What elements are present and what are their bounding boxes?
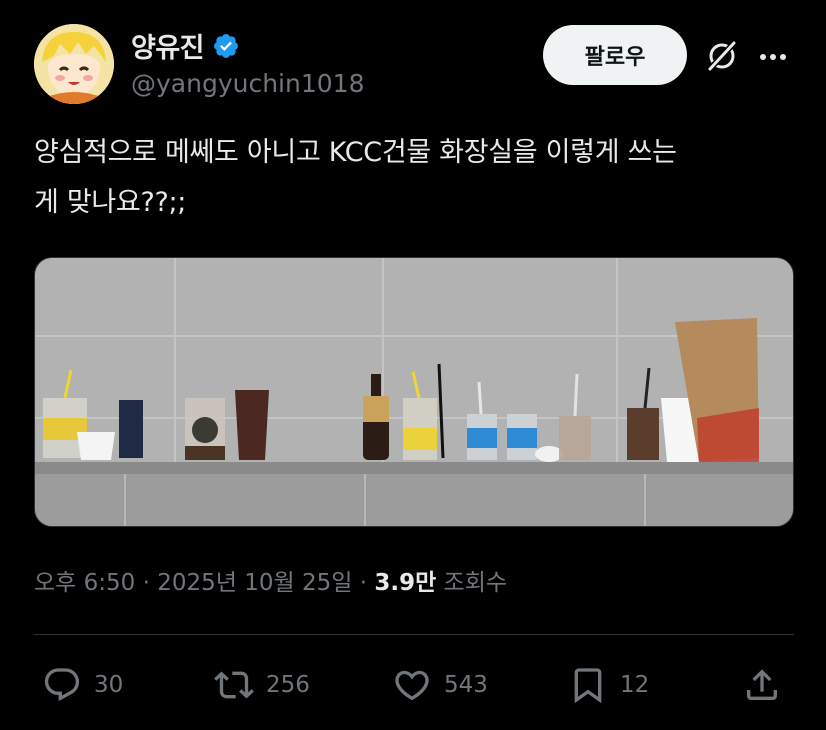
like-button[interactable]: 543 bbox=[392, 660, 488, 710]
tweet-meta: 오후 6:50 · 2025년 10월 25일 · 3.9만 조회수 bbox=[34, 563, 507, 597]
reply-button[interactable]: 30 bbox=[42, 660, 123, 710]
grok-icon[interactable] bbox=[704, 38, 740, 74]
views-count[interactable]: 3.9만 bbox=[374, 570, 436, 596]
bookmark-count: 12 bbox=[620, 672, 650, 698]
bookmark-button[interactable]: 12 bbox=[568, 660, 649, 710]
tweet-date[interactable]: 2025년 10월 25일 bbox=[157, 570, 352, 596]
action-bar: 30 256 543 12 bbox=[34, 660, 794, 712]
share-button[interactable] bbox=[742, 660, 782, 710]
meta-separator: · bbox=[135, 570, 158, 596]
avatar[interactable] bbox=[34, 24, 114, 104]
heart-icon bbox=[395, 670, 429, 701]
share-icon bbox=[747, 669, 777, 700]
retweet-button[interactable]: 256 bbox=[214, 660, 310, 710]
tweet-photo[interactable] bbox=[34, 257, 794, 527]
restroom-shelf-photo bbox=[35, 258, 793, 526]
bookmark-icon bbox=[574, 668, 602, 704]
anime-avatar-icon bbox=[34, 24, 114, 104]
follow-button[interactable]: 팔로우 bbox=[543, 25, 687, 85]
like-count: 543 bbox=[444, 672, 488, 698]
retweet-icon bbox=[214, 671, 254, 699]
user-handle[interactable]: @yangyuchin1018 bbox=[131, 69, 364, 98]
divider bbox=[34, 634, 794, 635]
reply-icon bbox=[44, 668, 80, 702]
tweet-text-line: 게 맞나요??;; bbox=[34, 187, 187, 218]
views-label: 조회수 bbox=[436, 570, 508, 596]
tweet-text-line: 양심적으로 메쎄도 아니고 KCC건물 화장실을 이렇게 쓰는 bbox=[34, 137, 677, 168]
meta-separator: · bbox=[352, 570, 375, 596]
tweet-time[interactable]: 오후 6:50 bbox=[34, 570, 135, 596]
retweet-count: 256 bbox=[266, 672, 310, 698]
verified-badge-icon[interactable] bbox=[212, 32, 240, 60]
name-row: 양유진 bbox=[131, 26, 240, 65]
tweet-text: 양심적으로 메쎄도 아니고 KCC건물 화장실을 이렇게 쓰는 게 맞나요??;… bbox=[34, 128, 804, 228]
display-name[interactable]: 양유진 bbox=[131, 26, 205, 65]
reply-count: 30 bbox=[94, 672, 124, 698]
more-options-icon[interactable] bbox=[758, 42, 788, 72]
tweet-header: 양유진 @yangyuchin1018 팔로우 bbox=[34, 22, 794, 108]
